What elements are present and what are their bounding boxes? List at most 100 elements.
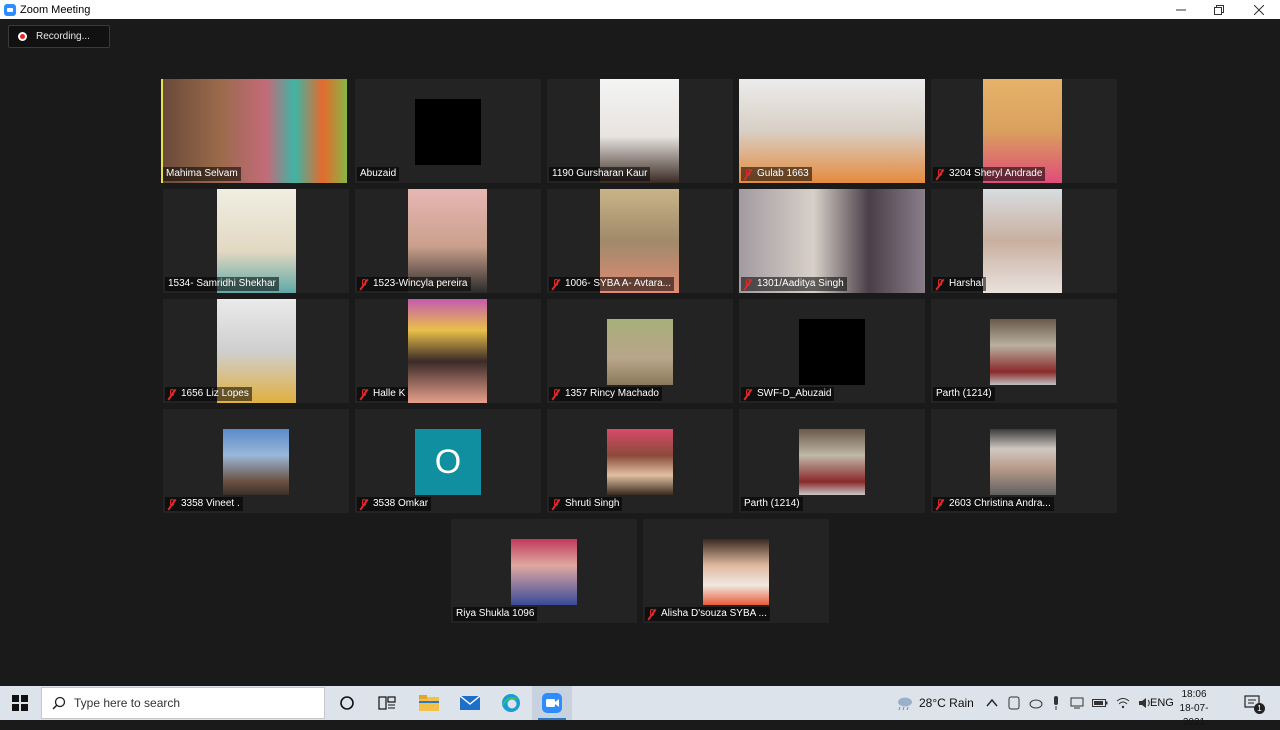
participant-nameplate: 1357 Rincy Machado <box>549 387 662 401</box>
participant-name: Riya Shukla 1096 <box>456 608 535 619</box>
weather-widget[interactable]: 28°C Rain <box>895 686 974 720</box>
recording-label: Recording... <box>36 31 90 42</box>
zoom-icon <box>542 693 562 713</box>
participant-video <box>990 429 1056 495</box>
file-explorer-icon <box>419 695 439 711</box>
window-titlebar: Zoom Meeting <box>0 0 1280 19</box>
participant-tile[interactable]: Abuzaid <box>355 79 541 183</box>
participant-tile[interactable]: Parth (1214) <box>931 299 1117 403</box>
participant-nameplate: Abuzaid <box>357 167 400 181</box>
muted-microphone-icon <box>936 168 944 180</box>
edge-browser-button[interactable] <box>491 686 531 720</box>
avatar-letter: O <box>434 442 462 481</box>
record-icon <box>18 32 27 41</box>
cortana-button[interactable] <box>327 686 367 720</box>
close-button[interactable] <box>1240 0 1278 19</box>
windows-taskbar: Type here to search 28°C Rain ENG 18:06 … <box>0 686 1280 728</box>
participant-tile[interactable]: Halle K <box>355 299 541 403</box>
participant-tile[interactable]: 3358 Vineet . <box>163 409 349 513</box>
participant-tile[interactable]: Parth (1214) <box>739 409 925 513</box>
participant-name: Alisha D'souza SYBA ... <box>661 608 767 619</box>
participant-nameplate: Parth (1214) <box>933 387 995 401</box>
participant-tile[interactable]: 3204 Sheryl Andrade <box>931 79 1117 183</box>
participant-tile[interactable]: Harshal <box>931 189 1117 293</box>
battery-icon <box>1092 699 1108 707</box>
participant-nameplate: 1301/Aaditya Singh <box>741 277 847 291</box>
onedrive-cloud-icon <box>1029 699 1043 709</box>
mail-icon <box>460 696 480 710</box>
restore-icon <box>1214 4 1224 15</box>
language-indicator[interactable]: ENG <box>1150 686 1174 720</box>
participant-tile[interactable]: 1534- Samridhi Shekhar <box>163 189 349 293</box>
participant-tile[interactable]: Mahima Selvam <box>161 79 347 183</box>
participant-tile[interactable]: Riya Shukla 1096 <box>451 519 637 623</box>
muted-microphone-icon <box>744 388 752 400</box>
participant-video <box>607 429 673 495</box>
participant-tile[interactable]: Alisha D'souza SYBA ... <box>643 519 829 623</box>
display-icon <box>1070 697 1084 709</box>
participant-nameplate: Halle K <box>357 387 409 401</box>
participant-name: Mahima Selvam <box>166 168 238 179</box>
muted-microphone-icon <box>648 608 656 620</box>
participant-name: Parth (1214) <box>744 498 800 509</box>
task-view-icon <box>378 696 396 710</box>
participant-video <box>408 299 487 403</box>
participant-avatar: O <box>415 429 481 495</box>
participant-name: 3204 Sheryl Andrade <box>949 168 1043 179</box>
participant-nameplate: 3538 Omkar <box>357 497 432 511</box>
participant-tile[interactable]: 1301/Aaditya Singh <box>739 189 925 293</box>
minimize-button[interactable] <box>1162 0 1200 19</box>
restore-button[interactable] <box>1200 0 1238 19</box>
participant-video <box>799 319 865 385</box>
participant-tile[interactable]: 1357 Rincy Machado <box>547 299 733 403</box>
search-icon <box>52 696 66 710</box>
participant-tile[interactable]: 1656 Liz Lopes <box>163 299 349 403</box>
participant-name: Harshal <box>949 278 984 289</box>
muted-microphone-icon <box>360 278 368 290</box>
participant-tile[interactable]: 1190 Gursharan Kaur <box>547 79 733 183</box>
participant-tile[interactable]: 2603 Christina Andra... <box>931 409 1117 513</box>
muted-microphone-icon <box>744 278 752 290</box>
participant-nameplate: SWF-D_Abuzaid <box>741 387 835 401</box>
participant-nameplate: Alisha D'souza SYBA ... <box>645 607 770 621</box>
participant-nameplate: Mahima Selvam <box>163 167 241 181</box>
participant-tile[interactable]: 1006- SYBA A- Avtara... <box>547 189 733 293</box>
action-center-button[interactable]: 1 <box>1244 686 1265 720</box>
participant-video <box>703 539 769 605</box>
zoom-taskbar-button[interactable] <box>532 686 572 720</box>
participant-name: 2603 Christina Andra... <box>949 498 1051 509</box>
tray-app-icon <box>1008 696 1020 710</box>
participant-tile[interactable]: Shruti Singh <box>547 409 733 513</box>
participant-name: 1523-Wincyla pereira <box>373 278 468 289</box>
mail-button[interactable] <box>450 686 490 720</box>
file-explorer-button[interactable] <box>409 686 449 720</box>
participant-nameplate: 1190 Gursharan Kaur <box>549 167 651 181</box>
participant-tile[interactable]: SWF-D_Abuzaid <box>739 299 925 403</box>
clock-time: 18:06 <box>1181 689 1207 700</box>
muted-microphone-icon <box>936 498 944 510</box>
participant-tile[interactable]: Gulab 1663 <box>739 79 925 183</box>
participant-name: 1190 Gursharan Kaur <box>552 168 648 179</box>
recording-indicator[interactable]: Recording... <box>8 25 110 48</box>
task-view-button[interactable] <box>367 686 407 720</box>
participant-video <box>990 319 1056 385</box>
participant-nameplate: 1523-Wincyla pereira <box>357 277 471 291</box>
language-label: ENG <box>1150 697 1174 709</box>
participant-tile[interactable]: O 3538 Omkar <box>355 409 541 513</box>
participant-nameplate: 2603 Christina Andra... <box>933 497 1054 511</box>
participant-tile[interactable]: 1523-Wincyla pereira <box>355 189 541 293</box>
participant-video <box>511 539 577 605</box>
system-tray-icons <box>1008 686 1152 720</box>
taskbar-search-box[interactable]: Type here to search <box>41 687 325 719</box>
muted-microphone-icon <box>552 388 560 400</box>
taskbar-clock[interactable]: 18:06 18-07-2021 <box>1172 688 1216 730</box>
participant-name: 3538 Omkar <box>373 498 429 509</box>
muted-microphone-icon <box>936 278 944 290</box>
start-button[interactable] <box>0 686 40 720</box>
participant-name: Abuzaid <box>360 168 397 179</box>
window-title: Zoom Meeting <box>20 3 91 16</box>
participant-name: Gulab 1663 <box>757 168 809 179</box>
minimize-icon <box>1176 9 1186 10</box>
show-hidden-icons-button[interactable] <box>986 686 998 720</box>
weather-text: 28°C Rain <box>919 696 974 710</box>
